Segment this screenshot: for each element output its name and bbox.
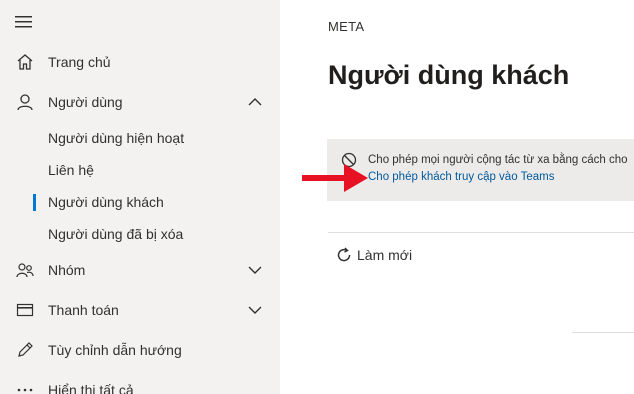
- refresh-button[interactable]: Làm mới: [336, 244, 412, 266]
- allow-guest-teams-link[interactable]: Cho phép khách truy cập vào Teams: [368, 171, 554, 183]
- list-divider: [572, 332, 634, 333]
- annotation-arrow-icon: [302, 164, 368, 192]
- toolbar-divider: [328, 232, 634, 233]
- home-icon: [14, 51, 36, 73]
- nav-item-home[interactable]: Trang chủ: [0, 44, 280, 80]
- credit-card-icon: [14, 299, 36, 321]
- nav-label-customize: Tùy chỉnh dẫn hướng: [48, 342, 182, 358]
- chevron-up-icon[interactable]: [246, 93, 264, 111]
- nav-label-home: Trang chủ: [48, 54, 111, 70]
- subnav-active-users[interactable]: Người dùng hiện hoạt: [0, 122, 280, 154]
- nav-item-groups[interactable]: Nhóm: [0, 252, 280, 288]
- hamburger-icon[interactable]: [14, 13, 34, 31]
- person-icon: [14, 91, 36, 113]
- chevron-down-icon[interactable]: [246, 301, 264, 319]
- nav-label-show-all: Hiển thị tất cả: [48, 382, 134, 394]
- subnav-contacts[interactable]: Liên hệ: [0, 154, 280, 186]
- nav-label-users: Người dùng: [48, 94, 123, 110]
- org-name: META: [328, 19, 365, 34]
- nav-item-customize[interactable]: Tùy chỉnh dẫn hướng: [0, 332, 280, 368]
- subnav-guest-users[interactable]: Người dùng khách: [0, 186, 280, 218]
- group-icon: [14, 259, 36, 281]
- nav-item-show-all[interactable]: Hiển thị tất cả: [0, 372, 280, 394]
- chevron-down-icon[interactable]: [246, 261, 264, 279]
- nav-item-billing[interactable]: Thanh toán: [0, 292, 280, 328]
- subnav-label-guest-users: Người dùng khách: [48, 194, 164, 210]
- subnav-label-contacts: Liên hệ: [48, 162, 94, 178]
- page-title: Người dùng khách: [328, 60, 570, 90]
- nav-label-billing: Thanh toán: [48, 302, 119, 318]
- pencil-icon: [14, 339, 36, 361]
- refresh-icon: [336, 247, 352, 263]
- selected-indicator: [33, 194, 36, 211]
- nav-item-users[interactable]: Người dùng: [0, 84, 280, 120]
- nav-label-groups: Nhóm: [48, 262, 86, 278]
- subnav-label-active-users: Người dùng hiện hoạt: [48, 130, 185, 146]
- subnav-deleted-users[interactable]: Người dùng đã bị xóa: [0, 218, 280, 250]
- banner-text: Cho phép mọi người cộng tác từ xa bằng c…: [368, 154, 628, 166]
- subnav-label-deleted-users: Người dùng đã bị xóa: [48, 226, 184, 242]
- refresh-label: Làm mới: [357, 247, 413, 263]
- sidebar: Trang chủ Người dùng Người dùng hiện hoạ…: [0, 0, 280, 394]
- ellipsis-icon: [14, 379, 36, 394]
- info-banner: Cho phép mọi người cộng tác từ xa bằng c…: [327, 139, 634, 201]
